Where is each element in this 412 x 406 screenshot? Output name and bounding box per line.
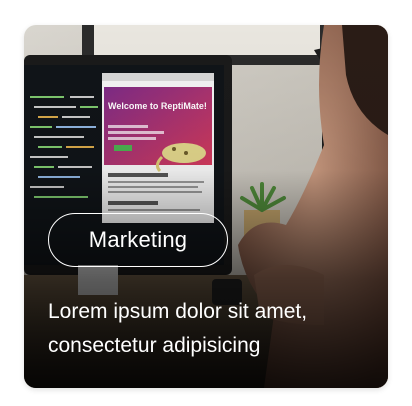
article-card[interactable]: Welcome to ReptiMate! Marketing Lorem ip…: [24, 25, 388, 388]
card-headline[interactable]: Lorem ipsum dolor sit amet, consectetur …: [48, 295, 368, 363]
category-tag[interactable]: Marketing: [48, 213, 228, 267]
